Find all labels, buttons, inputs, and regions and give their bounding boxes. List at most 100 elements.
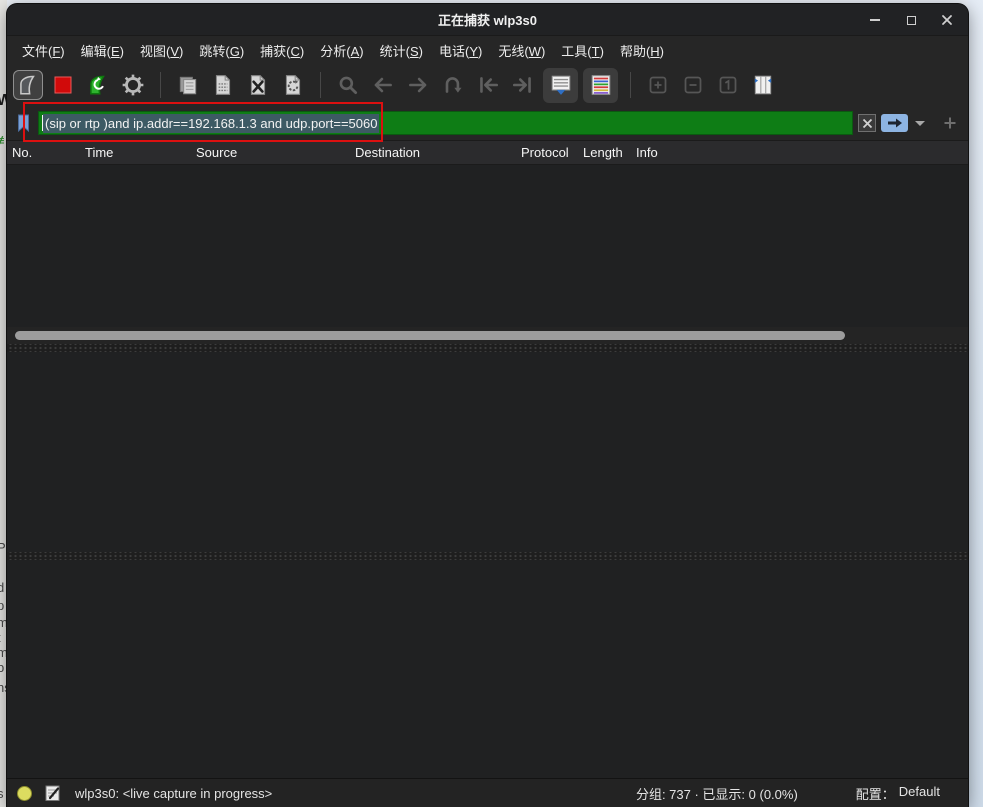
open-file-icon xyxy=(176,73,200,97)
zoom-100-button[interactable] xyxy=(713,70,743,100)
menu-help[interactable]: 帮助(H) xyxy=(613,38,671,63)
menu-tools[interactable]: 工具(T) xyxy=(554,38,611,63)
start-capture-button[interactable] xyxy=(13,70,43,100)
packet-count-text: 分组: 737 · 已显示: 0 (0.0%) xyxy=(636,784,798,803)
colorize-icon xyxy=(589,73,613,97)
restart-capture-button[interactable] xyxy=(83,70,113,100)
main-toolbar xyxy=(7,64,968,106)
column-length[interactable]: Length xyxy=(583,145,636,160)
profile-section[interactable]: 配置： Default xyxy=(856,784,940,803)
desktop-background-right xyxy=(968,0,983,807)
pane-splitter[interactable] xyxy=(7,552,968,560)
go-forward-button[interactable] xyxy=(403,70,433,100)
maximize-button[interactable] xyxy=(900,9,922,31)
packet-details-pane[interactable] xyxy=(7,352,968,552)
plus-icon xyxy=(943,116,957,130)
clear-x-icon xyxy=(862,118,873,129)
profile-value: Default xyxy=(899,784,940,803)
resize-columns-button[interactable] xyxy=(748,70,778,100)
capture-status-text: wlp3s0: <live capture in progress> xyxy=(75,786,272,801)
packet-bytes-pane[interactable] xyxy=(7,560,968,778)
menu-file[interactable]: 文件(F) xyxy=(15,38,72,63)
profile-label: 配置： xyxy=(856,784,895,803)
close-file-button[interactable] xyxy=(243,70,273,100)
auto-scroll-button[interactable] xyxy=(543,68,578,103)
go-back-icon xyxy=(371,73,395,97)
resize-columns-icon xyxy=(751,73,775,97)
zoom-out-button[interactable] xyxy=(678,70,708,100)
filter-dropdown-button[interactable] xyxy=(915,121,925,126)
menu-bar: 文件(F) 编辑(E) 视图(V) 跳转(G) 捕获(C) 分析(A) 统计(S… xyxy=(7,36,968,64)
column-source[interactable]: Source xyxy=(196,145,355,160)
zoom-in-icon xyxy=(647,74,669,96)
last-packet-icon xyxy=(511,73,535,97)
menu-capture[interactable]: 捕获(C) xyxy=(253,38,311,63)
zoom-100-icon xyxy=(717,74,739,96)
expert-info-icon[interactable] xyxy=(17,786,32,801)
capture-options-button[interactable] xyxy=(118,70,148,100)
zoom-in-button[interactable] xyxy=(643,70,673,100)
column-destination[interactable]: Destination xyxy=(355,145,521,160)
window-title: 正在捕获 wlp3s0 xyxy=(438,10,537,29)
minimize-button[interactable] xyxy=(864,9,886,31)
capture-comment-button[interactable] xyxy=(44,784,61,802)
filter-clear-button[interactable] xyxy=(858,114,876,132)
last-packet-button[interactable] xyxy=(508,70,538,100)
first-packet-button[interactable] xyxy=(473,70,503,100)
start-capture-icon xyxy=(16,73,40,97)
colorize-button[interactable] xyxy=(583,68,618,103)
menu-statistics[interactable]: 统计(S) xyxy=(373,38,430,63)
menu-view[interactable]: 视图(V) xyxy=(133,38,190,63)
title-bar[interactable]: 正在捕获 wlp3s0 xyxy=(7,4,968,36)
stop-capture-button[interactable] xyxy=(48,70,78,100)
filter-bar: (sip or rtp )and ip.addr==192.168.1.3 an… xyxy=(7,106,968,140)
maximize-icon xyxy=(907,16,916,25)
minimize-icon xyxy=(870,19,880,21)
filter-apply-button[interactable] xyxy=(881,114,908,132)
menu-analyze[interactable]: 分析(A) xyxy=(313,38,370,63)
save-file-icon xyxy=(211,73,235,97)
find-packet-button[interactable] xyxy=(333,70,363,100)
close-button[interactable] xyxy=(936,9,958,31)
toolbar-separator xyxy=(320,72,321,98)
column-time[interactable]: Time xyxy=(85,145,196,160)
packet-list-header: No. Time Source Destination Protocol Len… xyxy=(7,140,968,165)
pane-splitter[interactable] xyxy=(7,344,968,352)
save-file-button[interactable] xyxy=(208,70,238,100)
go-to-packet-icon xyxy=(441,73,465,97)
stop-capture-icon xyxy=(52,74,74,96)
close-icon xyxy=(941,14,953,26)
capture-comment-icon xyxy=(44,784,61,802)
filter-text-selected: (sip or rtp )and ip.addr==192.168.1.3 an… xyxy=(43,114,379,133)
wireshark-window: 正在捕获 wlp3s0 文件(F) 编辑(E) 视图(V) 跳转(G) 捕获(C… xyxy=(7,4,968,807)
auto-scroll-icon xyxy=(549,73,573,97)
go-forward-icon xyxy=(406,73,430,97)
display-filter-input[interactable]: (sip or rtp )and ip.addr==192.168.1.3 an… xyxy=(38,111,853,135)
horizontal-scrollbar-thumb[interactable] xyxy=(15,331,845,340)
open-file-button[interactable] xyxy=(173,70,203,100)
apply-arrow-icon xyxy=(886,117,904,129)
desktop-background-left: W ≢ P d p m t m b ns s xyxy=(0,0,7,807)
zoom-out-icon xyxy=(682,74,704,96)
status-bar: wlp3s0: <live capture in progress> 分组: 7… xyxy=(7,778,968,807)
column-protocol[interactable]: Protocol xyxy=(521,145,583,160)
filter-bookmark-button[interactable] xyxy=(13,111,33,135)
column-info[interactable]: Info xyxy=(636,145,968,160)
go-to-packet-button[interactable] xyxy=(438,70,468,100)
filter-add-button[interactable] xyxy=(940,113,960,133)
toolbar-separator xyxy=(160,72,161,98)
reload-file-icon xyxy=(281,73,305,97)
go-back-button[interactable] xyxy=(368,70,398,100)
first-packet-icon xyxy=(476,73,500,97)
bookmark-icon xyxy=(16,113,31,133)
menu-go[interactable]: 跳转(G) xyxy=(192,38,251,63)
horizontal-scrollbar-track[interactable] xyxy=(7,327,968,344)
menu-wireless[interactable]: 无线(W) xyxy=(491,38,552,63)
menu-telephony[interactable]: 电话(Y) xyxy=(432,38,489,63)
menu-edit[interactable]: 编辑(E) xyxy=(74,38,131,63)
reload-file-button[interactable] xyxy=(278,70,308,100)
close-file-icon xyxy=(246,73,270,97)
column-no[interactable]: No. xyxy=(12,145,85,160)
find-packet-icon xyxy=(336,73,360,97)
packet-list-pane[interactable] xyxy=(7,165,968,327)
